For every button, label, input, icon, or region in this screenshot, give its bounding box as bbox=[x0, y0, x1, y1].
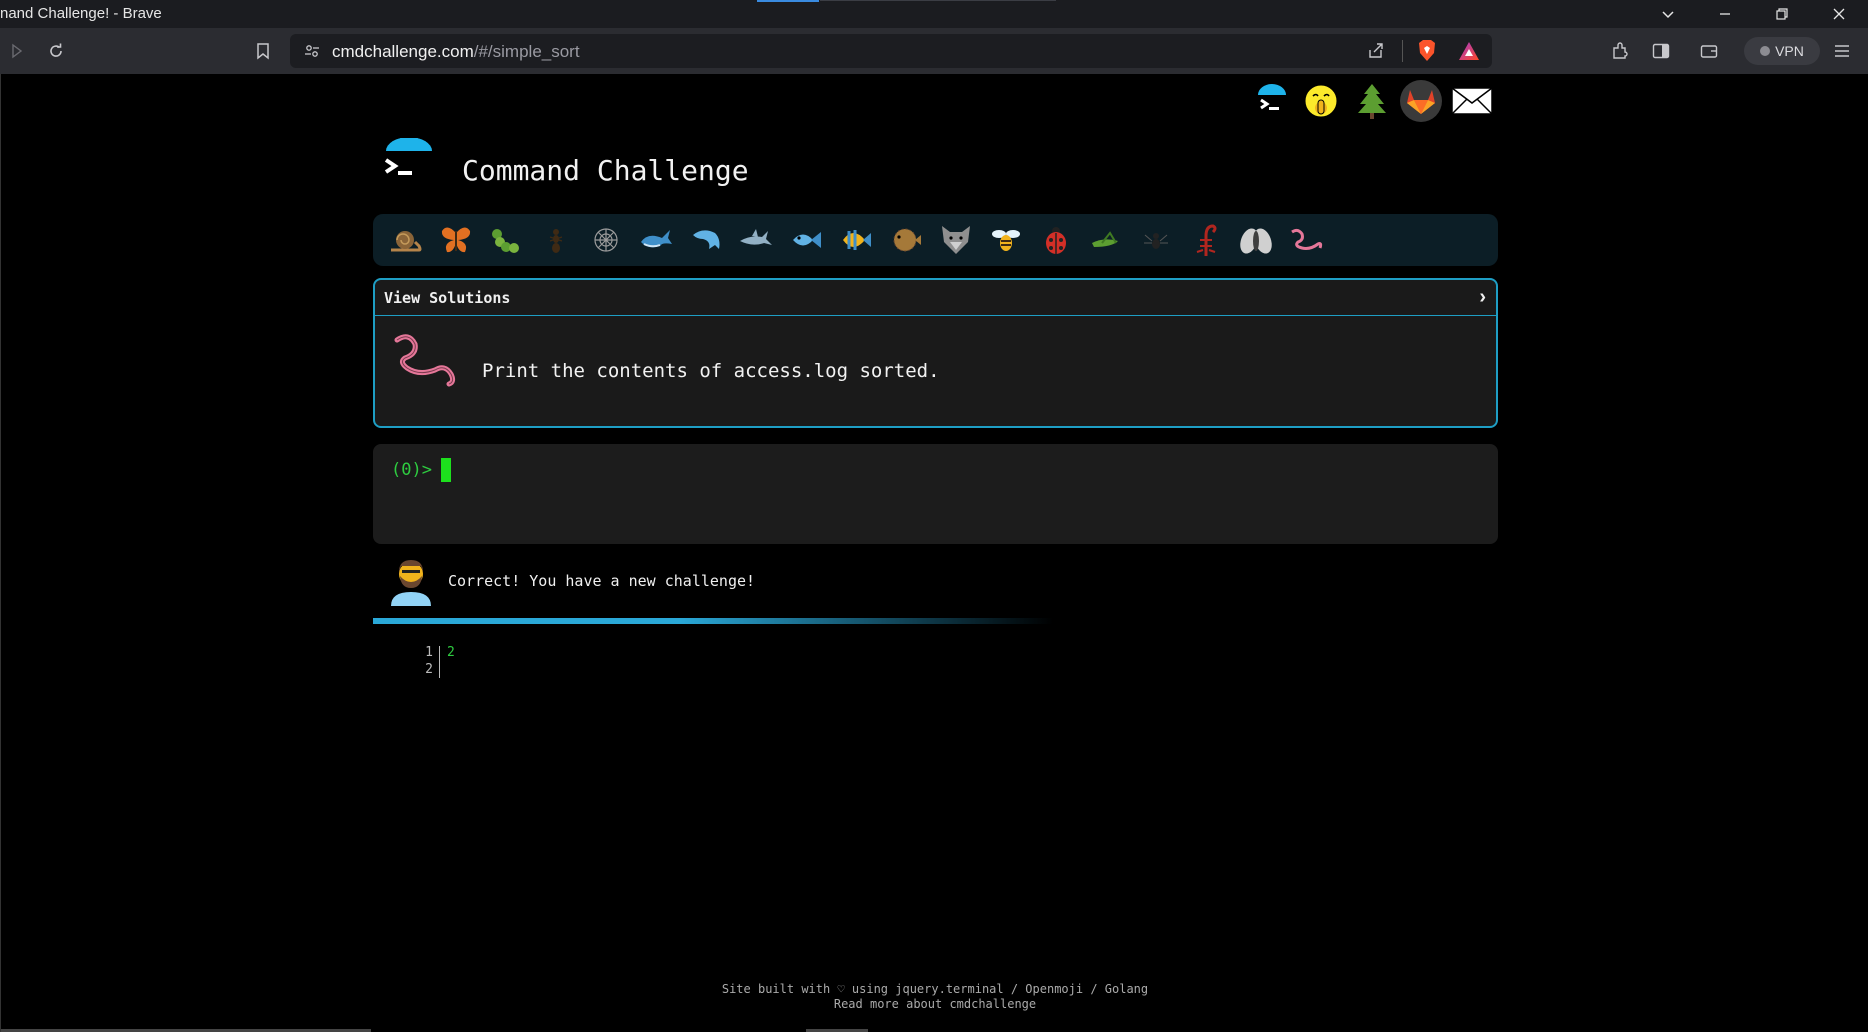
url-path: /#/simple_sort bbox=[473, 42, 580, 61]
tree-icon[interactable] bbox=[1351, 80, 1393, 122]
fly-icon[interactable] bbox=[1233, 217, 1279, 263]
footer-about-link[interactable]: Read more about cmdchallenge bbox=[1, 997, 1868, 1012]
line-number-gutter: 1 2 bbox=[405, 644, 439, 678]
feedback-message: Correct! You have a new challenge! bbox=[448, 572, 756, 590]
bookmark-icon[interactable] bbox=[248, 36, 278, 66]
worm-icon[interactable] bbox=[1283, 217, 1329, 263]
wolf-icon[interactable] bbox=[933, 217, 979, 263]
ant-icon[interactable] bbox=[533, 217, 579, 263]
footer-credits[interactable]: Site built with ♡ using jquery.terminal … bbox=[1, 982, 1868, 997]
snail-icon[interactable] bbox=[383, 217, 429, 263]
page-content: Command Challenge View Solutions › Print… bbox=[0, 74, 1868, 1032]
terminal-cursor bbox=[441, 458, 451, 482]
shark-icon[interactable] bbox=[733, 217, 779, 263]
wallet-icon[interactable] bbox=[1694, 36, 1724, 66]
active-tab-indicator bbox=[757, 0, 819, 2]
terminal[interactable]: (0)> bbox=[373, 444, 1498, 544]
bee-icon[interactable] bbox=[983, 217, 1029, 263]
cmdchallenge-logo-icon[interactable] bbox=[1251, 80, 1293, 122]
shushing-face-icon[interactable] bbox=[1300, 80, 1342, 122]
progress-bar bbox=[373, 618, 1053, 624]
view-solutions-header[interactable]: View Solutions › bbox=[375, 280, 1496, 316]
terminal-prompt: (0)> bbox=[391, 460, 432, 480]
window-titlebar: nand Challenge! - Brave bbox=[0, 0, 1868, 28]
forward-icon[interactable] bbox=[2, 36, 32, 66]
toolbar-divider bbox=[1402, 40, 1403, 62]
scorpion-icon[interactable] bbox=[1183, 217, 1229, 263]
share-icon[interactable] bbox=[1367, 42, 1385, 65]
gitlab-icon[interactable] bbox=[1400, 80, 1442, 122]
spider-web-icon[interactable] bbox=[583, 217, 629, 263]
line-number: 2 bbox=[425, 662, 433, 677]
output-line: 2 bbox=[447, 645, 455, 660]
site-title: Command Challenge bbox=[462, 154, 749, 187]
browser-toolbar: cmdchallenge.com/#/simple_sort VPN bbox=[0, 28, 1868, 74]
blowfish-icon[interactable] bbox=[883, 217, 929, 263]
gutter-divider bbox=[439, 646, 440, 678]
url-text: cmdchallenge.com/#/simple_sort bbox=[332, 42, 580, 62]
caterpillar-icon[interactable] bbox=[483, 217, 529, 263]
challenge-panel: View Solutions › Print the contents of a… bbox=[373, 278, 1498, 428]
tab-search-chevron-icon[interactable] bbox=[1640, 0, 1696, 28]
spider-icon[interactable] bbox=[1133, 217, 1179, 263]
brave-shields-icon[interactable] bbox=[1416, 39, 1438, 68]
url-host: cmdchallenge.com bbox=[332, 42, 474, 61]
grasshopper-icon[interactable] bbox=[1083, 217, 1129, 263]
menu-icon[interactable] bbox=[1827, 36, 1857, 66]
ladybug-icon[interactable] bbox=[1033, 217, 1079, 263]
address-bar[interactable]: cmdchallenge.com/#/simple_sort bbox=[290, 34, 1492, 68]
challenge-description: Print the contents of access.log sorted. bbox=[482, 360, 940, 382]
minimize-icon[interactable] bbox=[1697, 0, 1753, 28]
worm-icon bbox=[387, 330, 463, 390]
output-lines: 2 bbox=[447, 644, 455, 661]
whale-icon[interactable] bbox=[633, 217, 679, 263]
vpn-label: VPN bbox=[1775, 43, 1804, 59]
line-number: 1 bbox=[425, 645, 433, 660]
vpn-button[interactable]: VPN bbox=[1744, 37, 1820, 65]
close-icon[interactable] bbox=[1811, 0, 1867, 28]
window-title: nand Challenge! - Brave bbox=[0, 5, 162, 22]
chevron-right-icon[interactable]: › bbox=[1479, 286, 1486, 309]
view-solutions-label: View Solutions bbox=[384, 289, 511, 307]
fish-icon[interactable] bbox=[783, 217, 829, 263]
brave-rewards-icon[interactable] bbox=[1458, 41, 1480, 66]
site-logo-icon bbox=[381, 137, 437, 194]
vpn-status-icon bbox=[1760, 46, 1771, 56]
sidebar-icon[interactable] bbox=[1646, 36, 1676, 66]
avatar bbox=[387, 554, 435, 606]
site-settings-icon[interactable] bbox=[304, 43, 320, 64]
reload-icon[interactable] bbox=[41, 36, 71, 66]
challenge-selector bbox=[373, 214, 1498, 266]
dolphin-icon[interactable] bbox=[683, 217, 729, 263]
extensions-icon[interactable] bbox=[1605, 36, 1635, 66]
restore-icon[interactable] bbox=[1754, 0, 1810, 28]
footer: Site built with ♡ using jquery.terminal … bbox=[1, 982, 1868, 1012]
tropical-fish-icon[interactable] bbox=[833, 217, 879, 263]
butterfly-icon[interactable] bbox=[433, 217, 479, 263]
tab-strip-line bbox=[820, 0, 1056, 1]
email-icon[interactable] bbox=[1451, 80, 1493, 122]
